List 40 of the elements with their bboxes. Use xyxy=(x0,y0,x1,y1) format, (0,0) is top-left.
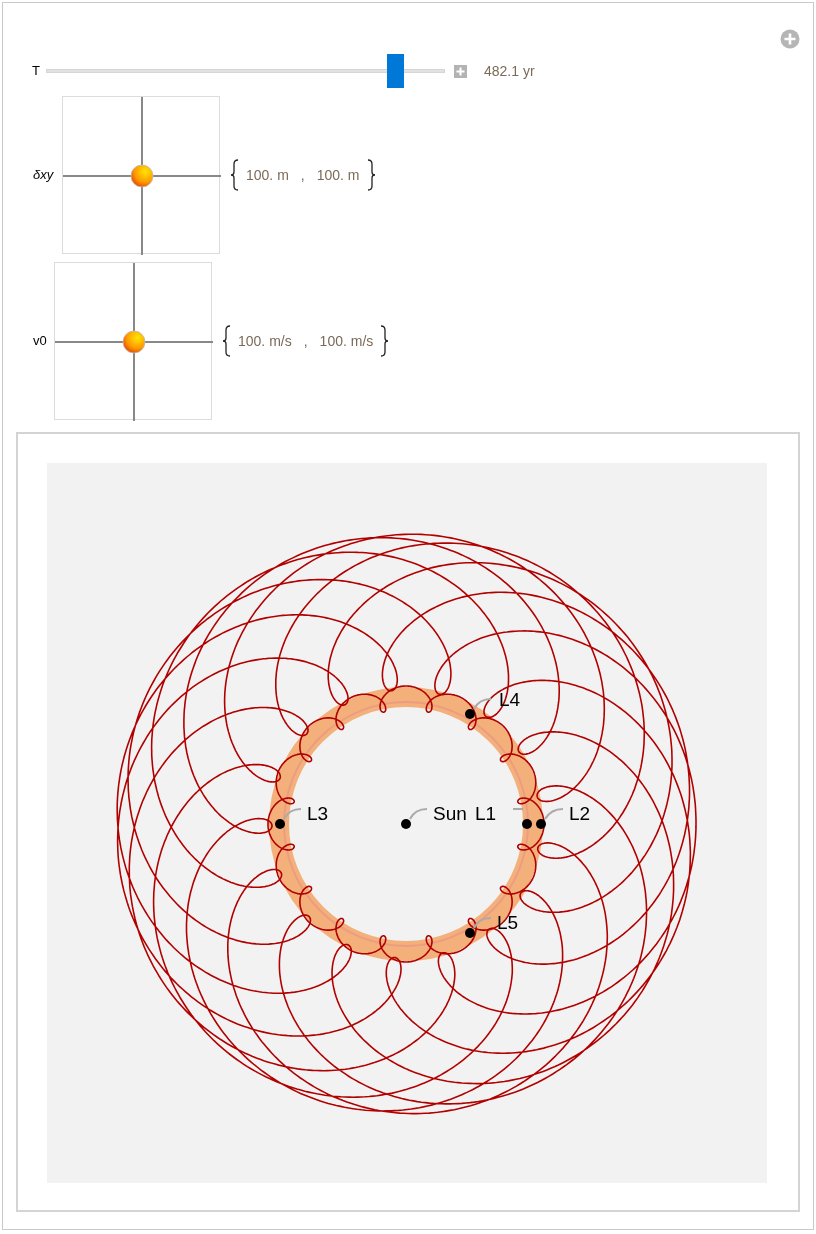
point-marker xyxy=(401,819,411,829)
slider-thumb[interactable] xyxy=(386,54,404,88)
x-value: 100. m xyxy=(246,165,289,185)
x-value: 100. m/s xyxy=(238,331,292,351)
leader-line xyxy=(473,698,492,710)
pad-label: δxy xyxy=(33,166,55,185)
point-label: L1 xyxy=(475,803,497,824)
locator-handle[interactable] xyxy=(122,330,146,354)
crosshair-icon xyxy=(55,263,213,421)
separator: , xyxy=(300,165,305,185)
leader-line xyxy=(544,808,564,820)
leader-line xyxy=(409,808,428,820)
point-marker xyxy=(275,819,285,829)
leader-line xyxy=(283,808,302,820)
leader-line xyxy=(473,917,492,929)
point-label: L3 xyxy=(307,803,329,824)
locator-pad[interactable] xyxy=(54,262,212,420)
y-value: 100. m/s xyxy=(319,331,374,351)
locator-pad[interactable] xyxy=(62,96,220,254)
left-brace-icon xyxy=(230,159,240,191)
leader-line xyxy=(512,808,524,810)
right-brace-icon xyxy=(365,159,376,191)
locator-handle[interactable] xyxy=(130,164,154,188)
separator: , xyxy=(303,331,308,351)
point-label: L2 xyxy=(569,803,591,824)
slider-label: T xyxy=(32,62,41,81)
right-brace-icon xyxy=(379,325,390,357)
add-icon[interactable] xyxy=(780,29,800,49)
point-marker xyxy=(522,819,532,829)
slider-value: 482.1 yr xyxy=(484,61,535,81)
pad-label: v0 xyxy=(33,332,48,351)
slider-track[interactable] xyxy=(46,54,445,88)
point-label: Sun xyxy=(433,803,467,824)
point-marker xyxy=(465,709,475,719)
y-value: 100. m xyxy=(316,165,360,185)
crosshair-icon xyxy=(63,97,221,255)
left-brace-icon xyxy=(222,325,232,357)
plus-icon[interactable] xyxy=(454,64,467,78)
point-marker xyxy=(465,928,475,938)
point-marker xyxy=(536,819,546,829)
